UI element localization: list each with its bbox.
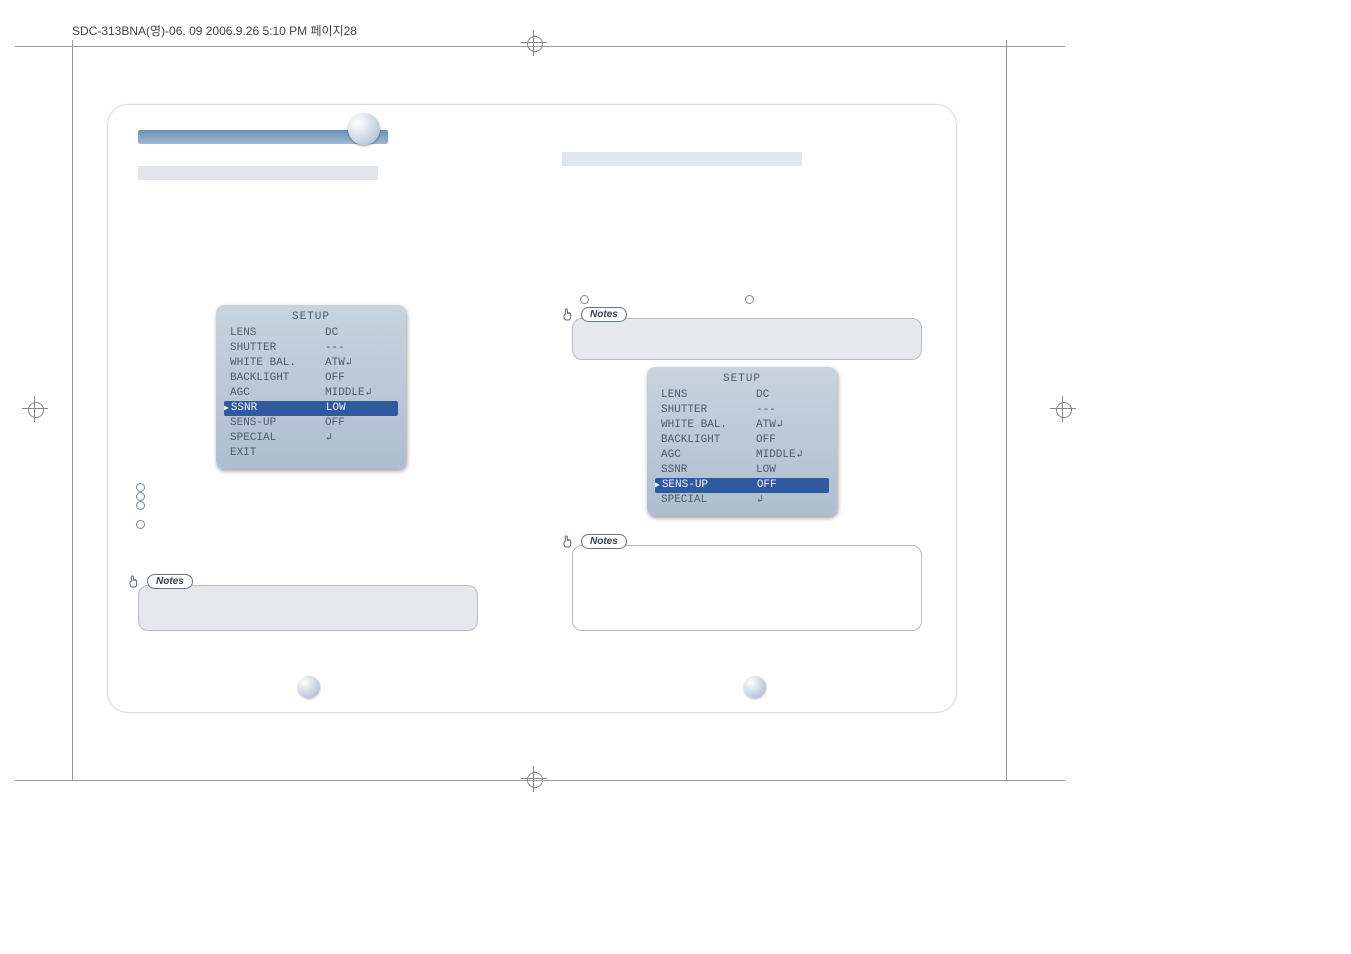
page: SDC-313BNA(영)-06. 09 2006.9.26 5:10 PM 페… (0, 0, 1351, 954)
menu-row[interactable]: SPECIAL (222, 431, 400, 446)
menu-key: SPECIAL (661, 493, 756, 508)
menu-row[interactable]: BACKLIGHTOFF (653, 433, 831, 448)
menu-key: BACKLIGHT (661, 433, 756, 448)
menu-row[interactable]: SSNRLOW (224, 401, 398, 416)
notes-box-right-top: Notes (572, 318, 922, 360)
menu-row[interactable]: SHUTTER--- (222, 341, 400, 356)
menu-row[interactable]: AGCMIDDLE (222, 386, 400, 401)
menu-value: MIDDLE (325, 386, 392, 401)
section-subtitle-band (138, 166, 378, 180)
menu-key: SENS-UP (230, 416, 325, 431)
menu-row[interactable]: SHUTTER--- (653, 403, 831, 418)
setup-screen-sensup: SETUP LENSDCSHUTTER---WHITE BAL.ATWBACKL… (647, 367, 837, 516)
menu-value: DC (325, 326, 392, 341)
menu-value: OFF (325, 371, 392, 386)
option-bullets-left (136, 483, 151, 529)
menu-value: DC (756, 388, 823, 403)
menu-key: SSNR (661, 463, 756, 478)
menu-value: OFF (757, 478, 823, 493)
menu-key: BACKLIGHT (230, 371, 325, 386)
page-number-right (744, 676, 766, 698)
section-subtitle-band-right (562, 152, 802, 166)
menu-row[interactable]: LENSDC (222, 326, 400, 341)
bullet-item (580, 295, 595, 304)
option-bullets-top-right (580, 295, 760, 304)
notes-tag: Notes (559, 532, 627, 550)
menu-row[interactable]: SPECIAL (653, 493, 831, 508)
menu-value (325, 431, 392, 446)
menu-value: ATW (325, 356, 392, 371)
menu-value: OFF (756, 433, 823, 448)
menu-row[interactable]: WHITE BAL.ATW (653, 418, 831, 433)
doc-header: SDC-313BNA(영)-06. 09 2006.9.26 5:10 PM 페… (72, 22, 357, 39)
register-mark-bottom (521, 766, 547, 792)
menu-value: --- (325, 341, 392, 356)
bullet-item (745, 295, 760, 304)
bullet-item (136, 492, 151, 501)
menu-row[interactable]: LENSDC (653, 388, 831, 403)
page-number-left (298, 676, 320, 698)
bullet-item (136, 483, 151, 492)
menu-value: LOW (756, 463, 823, 478)
hand-icon (559, 305, 577, 323)
register-mark-top (521, 30, 547, 56)
menu-value (756, 493, 823, 508)
setup-title: SETUP (653, 373, 831, 385)
menu-key: EXIT (230, 446, 325, 461)
menu-key: SPECIAL (230, 431, 325, 446)
setup-title: SETUP (222, 311, 400, 323)
menu-value: MIDDLE (756, 448, 823, 463)
register-mark-left (22, 396, 48, 422)
menu-key: LENS (661, 388, 756, 403)
menu-key: AGC (661, 448, 756, 463)
menu-key: SSNR (231, 401, 326, 416)
menu-row[interactable]: SENS-UPOFF (222, 416, 400, 431)
booklet: SETUP LENSDCSHUTTER---WHITE BAL.ATWBACKL… (108, 105, 956, 712)
menu-value: --- (756, 403, 823, 418)
bullet-item (136, 501, 151, 510)
menu-key: SHUTTER (230, 341, 325, 356)
crop-line-left (72, 40, 73, 780)
bullet-item (136, 520, 151, 529)
menu-row[interactable]: AGCMIDDLE (653, 448, 831, 463)
menu-key: AGC (230, 386, 325, 401)
menu-key: WHITE BAL. (230, 356, 325, 371)
menu-key: WHITE BAL. (661, 418, 756, 433)
menu-row[interactable]: BACKLIGHTOFF (222, 371, 400, 386)
crop-line-right (1006, 40, 1007, 780)
chapter-badge (348, 113, 380, 145)
menu-key: SHUTTER (661, 403, 756, 418)
menu-row[interactable]: SSNRLOW (653, 463, 831, 478)
hand-icon (125, 572, 143, 590)
notes-box-right-bottom: Notes (572, 545, 922, 631)
menu-row[interactable]: WHITE BAL.ATW (222, 356, 400, 371)
menu-value (325, 446, 392, 461)
setup-screen-ssnr: SETUP LENSDCSHUTTER---WHITE BAL.ATWBACKL… (216, 305, 406, 469)
register-mark-right (1050, 396, 1076, 422)
menu-row[interactable]: SENS-UPOFF (655, 478, 829, 493)
notes-tag: Notes (559, 305, 627, 323)
menu-value: ATW (756, 418, 823, 433)
menu-value: OFF (325, 416, 392, 431)
menu-value: LOW (326, 401, 392, 416)
left-page: SETUP LENSDCSHUTTER---WHITE BAL.ATWBACKL… (108, 105, 532, 712)
notes-box-left: Notes (138, 585, 478, 631)
notes-tag: Notes (125, 572, 193, 590)
menu-key: SENS-UP (662, 478, 757, 493)
menu-row[interactable]: EXIT (222, 446, 400, 461)
hand-icon (559, 532, 577, 550)
menu-key: LENS (230, 326, 325, 341)
right-page: Notes SETUP LENSDCSHUTTER---WHITE BAL.AT… (532, 105, 956, 712)
